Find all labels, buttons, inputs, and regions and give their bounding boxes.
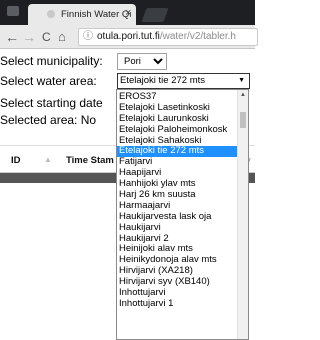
dropdown-option[interactable]: Etelajoki Lasetinkoski [117,103,238,114]
dropdown-option[interactable]: Haapijarvi [117,168,238,179]
dropdown-option[interactable]: Hirvijarvi syv (XB140) [117,277,238,288]
dropdown-option[interactable]: Haukijarvi 2 [117,234,238,245]
dropdown-options: EROS37 Etelajoki Lasetinkoski Etelajoki La… [117,92,238,310]
water-area-value: Etelajoki tie 272 mts [120,75,206,86]
url-path: /water/v2/tabler.h [159,31,236,42]
dropdown-option[interactable]: Haukijarvesta lask oja [117,212,238,223]
chevron-down-icon: ▼ [238,77,245,84]
browser-tab-strip: Finnish Water Quality M × [0,0,255,25]
browser-tab[interactable]: Finnish Water Quality M × [28,4,136,25]
url-host: otula.pori.tut.fi [97,31,160,42]
address-toolbar: ← → C ⌂ ⓘ otula.pori.tut.fi/water/v2/tabl… [0,25,258,49]
forward-icon[interactable]: → [22,29,36,45]
selected-area-label: Selected area: No [0,113,97,127]
water-area-select[interactable]: Etelajoki tie 272 mts ▼ [117,73,250,89]
dropdown-option[interactable]: Inhottujarvi 1 [117,299,238,310]
water-area-dropdown-list[interactable]: EROS37 Etelajoki Lasetinkoski Etelajoki La… [116,89,249,340]
dropdown-option[interactable]: Heinikydonoja alav mts [117,255,238,266]
dropdown-option[interactable]: Fatijarvi [117,157,238,168]
dropdown-option[interactable]: Haukijarvi [117,223,238,234]
dropdown-option[interactable]: Harmaajarvi [117,201,238,212]
dropdown-option[interactable]: EROS37 [117,92,238,103]
browser-menu-icon[interactable] [6,4,20,18]
dropdown-option[interactable]: Harj 26 km suusta [117,190,238,201]
municipality-label: Select municipality: [0,54,103,68]
scrollbar-thumb[interactable] [240,112,246,128]
page-favicon-icon [47,10,55,18]
back-icon[interactable]: ← [5,29,19,45]
sort-arrow-icon[interactable]: ▲ [44,155,52,164]
dropdown-option[interactable]: Etelajoki Laurunkoski [117,114,238,125]
dropdown-option[interactable]: Etelajoki Paloheimonkosk [117,125,238,136]
column-header-time[interactable]: Time Stam [66,155,114,166]
scroll-up-icon[interactable]: ▲ [240,92,246,98]
site-info-icon[interactable]: ⓘ [83,29,93,45]
dropdown-option[interactable]: Etelajoki tie 272 mts [117,146,238,158]
municipality-select[interactable]: Pori [117,53,167,70]
url-bar[interactable]: ⓘ otula.pori.tut.fi/water/v2/tabler.h [78,28,258,46]
water-area-label: Select water area: [0,74,97,88]
new-tab-button[interactable] [141,8,169,22]
dropdown-scrollbar[interactable]: ▲ [237,90,248,339]
dropdown-option[interactable]: Inhottujarvi [117,288,238,299]
dropdown-option[interactable]: Hirvijarvi (XA218) [117,266,238,277]
tab-title: Finnish Water Quality M [61,9,131,20]
home-icon[interactable]: ⌂ [58,29,66,45]
dropdown-option[interactable]: Etelajoki Sahakoski [117,136,238,147]
column-header-id[interactable]: ID [11,155,21,166]
dropdown-option[interactable]: Heinijoki alav mts [117,244,238,255]
starting-date-label: Select starting date [0,96,103,110]
dropdown-option[interactable]: Hanhijoki ylav mts [117,179,238,190]
reload-icon[interactable]: C [42,29,51,45]
tab-close-icon[interactable]: × [125,7,131,19]
